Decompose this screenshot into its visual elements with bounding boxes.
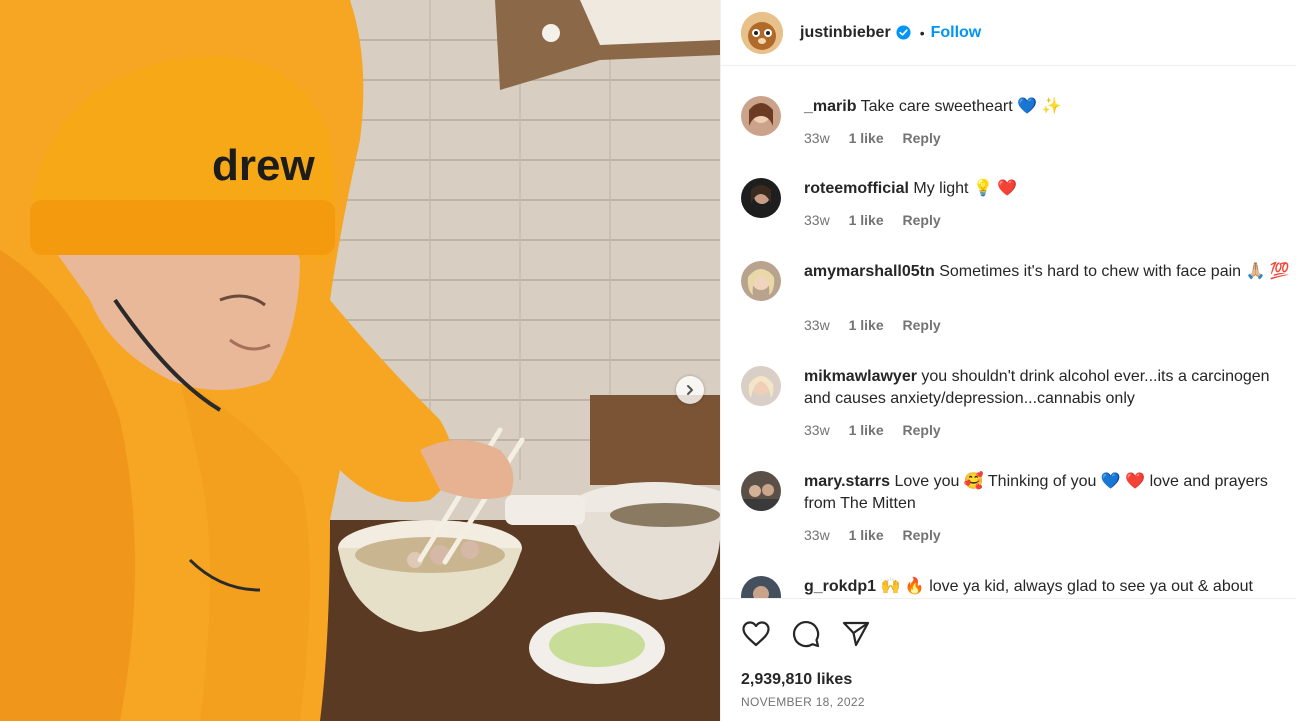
reply-button[interactable]: Reply (903, 130, 941, 146)
post-photo-illustration: drew (0, 0, 720, 721)
comment-likes[interactable]: 1 like (849, 130, 884, 146)
comment-text-block: mikmawlawyer you shouldn't drink alcohol… (804, 366, 1294, 410)
comment-time[interactable]: 33w (804, 130, 830, 146)
post-footer: 2,939,810 likes NOVEMBER 18, 2022 (721, 598, 1296, 721)
follow-button[interactable]: Follow (931, 24, 982, 42)
comment-text-block: _marib Take care sweetheart 💙 ✨ (804, 96, 1294, 118)
comment-time[interactable]: 33w (804, 527, 830, 543)
avatar-image (741, 366, 781, 406)
author-username[interactable]: justinbieber (800, 24, 891, 42)
post-detail-panel: justinbieber • Follow _marib Take care s… (720, 0, 1296, 721)
commenter-avatar[interactable] (741, 96, 781, 136)
avatar-image (741, 96, 781, 136)
comment-meta: 33w 1 like Reply (804, 422, 956, 438)
comment-text-block: mary.starrs Love you 🥰 Thinking of you 💙… (804, 471, 1294, 515)
comment-button[interactable] (791, 619, 821, 649)
comment-username[interactable]: amymarshall05tn (804, 263, 935, 280)
comment-text: My light 💡 ❤️ (913, 180, 1018, 197)
comment-text: Sometimes it's hard to chew with face pa… (939, 263, 1290, 280)
comment-username[interactable]: g_rokdp1 (804, 578, 876, 595)
post-header: justinbieber • Follow (721, 0, 1296, 66)
comment-text-block: g_rokdp1 🙌 🔥 love ya kid, always glad to… (804, 576, 1294, 598)
comment-username[interactable]: _marib (804, 98, 856, 115)
hat-label: drew (212, 141, 315, 190)
comment-meta: 33w 1 like Reply (804, 212, 956, 228)
comment-time[interactable]: 33w (804, 212, 830, 228)
author-avatar[interactable] (741, 11, 783, 54)
likes-count[interactable]: 2,939,810 likes (741, 671, 852, 689)
commenter-avatar[interactable] (741, 576, 781, 598)
header-separator: • (919, 24, 925, 41)
reply-button[interactable]: Reply (903, 212, 941, 228)
commenter-avatar[interactable] (741, 178, 781, 218)
avatar-image (741, 178, 781, 218)
avatar-image (741, 11, 783, 54)
comment-text: Take care sweetheart 💙 ✨ (860, 98, 1062, 115)
comment-text-block: roteemofficial My light 💡 ❤️ (804, 178, 1294, 200)
avatar-image (741, 261, 781, 301)
post-date[interactable]: NOVEMBER 18, 2022 (741, 695, 865, 709)
reply-button[interactable]: Reply (903, 317, 941, 333)
commenter-avatar[interactable] (741, 366, 781, 406)
share-button[interactable] (841, 619, 871, 649)
comment-meta: 33w 1 like Reply (804, 317, 956, 333)
comment-likes[interactable]: 1 like (849, 422, 884, 438)
avatar-image (741, 471, 781, 511)
reply-button[interactable]: Reply (903, 422, 941, 438)
comment-text-block: amymarshall05tn Sometimes it's hard to c… (804, 261, 1294, 283)
comment-username[interactable]: mikmawlawyer (804, 368, 917, 385)
like-button[interactable] (741, 619, 771, 649)
comment-meta: 33w 1 like Reply (804, 130, 956, 146)
comment-time[interactable]: 33w (804, 317, 830, 333)
heart-icon (742, 621, 770, 647)
chevron-right-icon (687, 385, 693, 395)
commenter-avatar[interactable] (741, 471, 781, 511)
comment-likes[interactable]: 1 like (849, 317, 884, 333)
post-photo[interactable]: drew (0, 0, 720, 721)
commenter-avatar[interactable] (741, 261, 781, 301)
next-photo-button[interactable] (676, 376, 704, 404)
instagram-post: drew justinbieber • Follow _marib Take c… (0, 0, 1296, 721)
comment-time[interactable]: 33w (804, 422, 830, 438)
comment-likes[interactable]: 1 like (849, 527, 884, 543)
comment-text: 🙌 🔥 love ya kid, always glad to see ya o… (880, 578, 1253, 595)
comment-bubble-icon (792, 620, 820, 648)
comment-likes[interactable]: 1 like (849, 212, 884, 228)
comments-list[interactable]: _marib Take care sweetheart 💙 ✨ 33w 1 li… (721, 66, 1296, 598)
avatar-image (741, 576, 781, 598)
comment-username[interactable]: roteemofficial (804, 180, 909, 197)
paper-plane-icon (842, 621, 870, 647)
comment-username[interactable]: mary.starrs (804, 473, 890, 490)
reply-button[interactable]: Reply (903, 527, 941, 543)
comment-meta: 33w 1 like Reply (804, 527, 956, 543)
action-bar (741, 619, 871, 649)
verified-badge-icon (896, 25, 911, 40)
